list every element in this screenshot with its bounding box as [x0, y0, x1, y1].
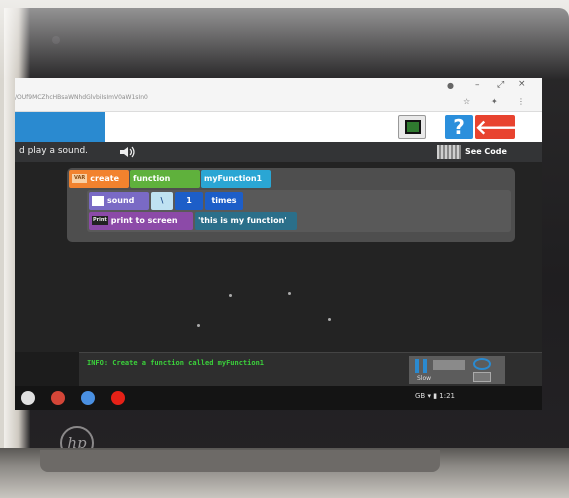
print-tag: Print — [92, 216, 108, 225]
create-label: create — [90, 174, 120, 183]
times-block[interactable]: times — [205, 192, 243, 210]
info-text: INFO: Create a function called myFunctio… — [87, 359, 265, 367]
help-button[interactable]: ? — [445, 115, 473, 139]
browser-chrome: /OUf9MCZhcHBsaWNhdGlvbiIsImV0aW1sIn0 ● –… — [15, 78, 542, 112]
create-block[interactable]: VAR create — [69, 170, 129, 188]
webcam — [52, 36, 60, 44]
toolbar-accent — [15, 112, 105, 142]
function-name: myFunction1 — [204, 174, 263, 183]
pause-icon[interactable] — [415, 359, 427, 373]
screen: /OUf9MCZhcHBsaWNhdGlvbiIsImV0aW1sIn0 ● –… — [15, 78, 542, 410]
film-icon — [405, 120, 421, 134]
run-controls: Slow — [409, 356, 505, 384]
app-toolbar: ? 🡐 — [15, 112, 542, 142]
var-tag: VAR — [72, 174, 88, 183]
speck — [288, 292, 291, 295]
code-workspace[interactable]: VAR create function myFunction1 sound \ 1… — [15, 162, 542, 352]
launcher-icon[interactable] — [21, 391, 35, 405]
youtube-icon[interactable] — [111, 391, 125, 405]
info-panel: INFO: Create a function called myFunctio… — [79, 352, 542, 386]
docs-icon[interactable] — [81, 391, 95, 405]
maximize-button[interactable]: ⤢ — [497, 80, 504, 90]
repeat-count-block[interactable]: 1 — [175, 192, 203, 210]
bookmark-star-icon[interactable]: ☆ — [463, 97, 470, 106]
speaker-icon[interactable] — [119, 145, 137, 159]
sound-icon — [92, 195, 104, 206]
back-button[interactable]: 🡐 — [475, 115, 529, 139]
video-button[interactable] — [398, 115, 426, 139]
function-label: function — [133, 174, 171, 183]
minimize-button[interactable]: – — [475, 80, 480, 90]
sound-label: sound — [107, 196, 135, 205]
menu-icon[interactable]: ⋮ — [517, 97, 525, 106]
function-keyword-block[interactable]: function — [130, 170, 200, 188]
print-label: print to screen — [110, 216, 178, 225]
function-name-block[interactable]: myFunction1 — [201, 170, 271, 188]
address-bar[interactable]: /OUf9MCZhcHBsaWNhdGlvbiIsImV0aW1sIn0 — [15, 94, 148, 101]
print-block[interactable]: Print print to screen — [89, 212, 193, 230]
os-shelf: GB ▾ ▮ 1:21 — [15, 386, 542, 410]
instruction-text: d play a sound. — [19, 146, 89, 156]
speed-label: Slow — [417, 375, 432, 382]
function-body: sound \ 1 times Print print to screen 'th… — [87, 190, 511, 232]
reset-icon[interactable] — [473, 358, 491, 370]
speck — [197, 324, 200, 327]
fit-icon[interactable] — [473, 372, 491, 382]
gmail-icon[interactable] — [51, 391, 65, 405]
speed-slider[interactable] — [433, 360, 465, 370]
extension-icon[interactable]: ✦ — [491, 97, 498, 106]
print-string-block[interactable]: 'this is my function' — [195, 212, 297, 230]
see-code-button[interactable]: See Code — [465, 147, 507, 156]
sound-block[interactable]: sound — [89, 192, 149, 210]
code-icon[interactable] — [437, 145, 461, 159]
speck — [229, 294, 232, 297]
laptop-hinge — [40, 450, 440, 472]
profile-icon[interactable]: ● — [447, 81, 454, 90]
close-button[interactable]: × — [518, 79, 526, 89]
speck — [328, 318, 331, 321]
sound-value-block[interactable]: \ — [151, 192, 173, 210]
instruction-bar: d play a sound. See Code — [15, 142, 542, 162]
function-block[interactable]: VAR create function myFunction1 sound \ 1… — [67, 168, 515, 242]
status-tray[interactable]: GB ▾ ▮ 1:21 — [415, 392, 455, 400]
